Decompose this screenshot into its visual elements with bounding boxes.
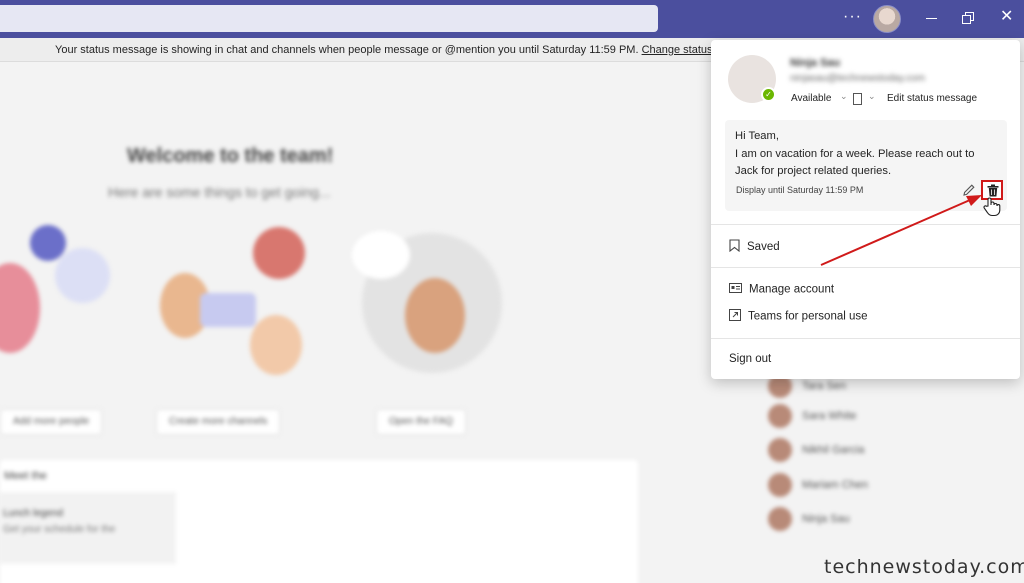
id-card-icon (729, 283, 742, 296)
person-name: Tara Sen (802, 379, 847, 392)
illustration-question (352, 231, 410, 279)
illustration-dot (30, 225, 66, 261)
search-input[interactable] (0, 5, 658, 32)
display-until-text: Display until Saturday 11:59 PM (736, 185, 864, 195)
person-row[interactable]: Sara White (768, 404, 856, 428)
open-faq-button[interactable]: Open the FAQ (376, 409, 466, 435)
status-message-text: Hi Team, I am on vacation for a week. Pl… (735, 128, 997, 181)
status-message-line: Jack for project related queries. (735, 165, 892, 177)
pencil-icon[interactable] (961, 182, 977, 198)
illustration-person (405, 278, 465, 353)
close-icon[interactable]: ✕ (1000, 9, 1013, 25)
bookmark-icon (729, 239, 740, 255)
avatar (768, 507, 792, 531)
profile-email: ninjasau@technewstoday.com (790, 73, 926, 84)
person-name: Ninja Sau (802, 512, 850, 525)
create-channels-button[interactable]: Create more channels (156, 409, 281, 435)
sign-out-menu-item[interactable]: Sign out (729, 353, 771, 365)
status-dropdown[interactable]: Available (791, 93, 831, 104)
illustration-dot (55, 248, 110, 303)
status-message-line: I am on vacation for a week. Please reac… (735, 147, 975, 160)
presence-available-icon: ✓ (761, 87, 776, 102)
illustration-person (253, 227, 305, 279)
avatar (768, 473, 792, 497)
profile-name: Ninja Sau (790, 57, 841, 69)
meet-card: Meet the Lunch legend Get your schedule … (0, 460, 638, 583)
external-link-icon (729, 309, 741, 324)
sign-out-label: Sign out (729, 353, 772, 365)
divider (711, 267, 1020, 268)
welcome-subtitle: Here are some things to get going... (108, 184, 331, 200)
hand-cursor-icon (983, 197, 1001, 222)
person-row[interactable]: Nikhil Garcia (768, 438, 864, 462)
person-name: Nikhil Garcia (802, 443, 865, 456)
divider (711, 224, 1020, 225)
chevron-down-icon[interactable]: ⌄ (868, 91, 876, 102)
manage-account-label: Manage account (749, 283, 835, 296)
person-name: Mariam Chen (802, 478, 869, 491)
avatar (768, 404, 792, 428)
title-bar: ··· ✕ (0, 0, 1024, 38)
status-message-box: Hi Team, I am on vacation for a week. Pl… (725, 120, 1007, 211)
person-name: Sara White (802, 409, 857, 422)
manage-account-menu-item[interactable]: Manage account (729, 283, 834, 296)
teams-personal-menu-item[interactable]: Teams for personal use (729, 309, 868, 324)
teams-personal-label: Teams for personal use (748, 310, 868, 323)
profile-avatar-button[interactable] (873, 5, 901, 33)
status-message-line: Hi Team, (735, 130, 779, 142)
person-row[interactable]: Mariam Chen (768, 473, 868, 497)
change-status-link[interactable]: Change status. (642, 44, 716, 56)
saved-menu-item[interactable]: Saved (729, 239, 780, 255)
card-inner[interactable]: Lunch legend Get your schedule for the (0, 492, 176, 564)
welcome-title: Welcome to the team! (127, 145, 334, 167)
person-row[interactable]: Ninja Sau (768, 507, 850, 531)
profile-popup: ✓ Ninja Sau ninjasau@technewstoday.com A… (711, 40, 1020, 379)
illustration-people (0, 263, 40, 353)
more-options-icon[interactable]: ··· (843, 8, 862, 26)
avatar (768, 438, 792, 462)
edit-status-button[interactable]: Edit status message (887, 93, 977, 104)
restore-icon[interactable] (962, 12, 974, 24)
minimize-icon[interactable] (926, 18, 937, 19)
chevron-down-icon[interactable]: ⌄ (840, 91, 848, 102)
add-people-button[interactable]: Add more people (0, 409, 103, 435)
illustration-person (250, 315, 302, 375)
document-icon[interactable] (853, 93, 862, 105)
banner-text: Your status message is showing in chat a… (55, 44, 639, 56)
illustration-chat (200, 293, 256, 327)
saved-label: Saved (747, 241, 780, 254)
divider (711, 338, 1020, 339)
card-title: Meet the (4, 470, 47, 482)
watermark-text: technewstoday.com (824, 556, 1024, 578)
card-line: Get your schedule for the (3, 524, 116, 535)
card-line: Lunch legend (3, 508, 64, 519)
